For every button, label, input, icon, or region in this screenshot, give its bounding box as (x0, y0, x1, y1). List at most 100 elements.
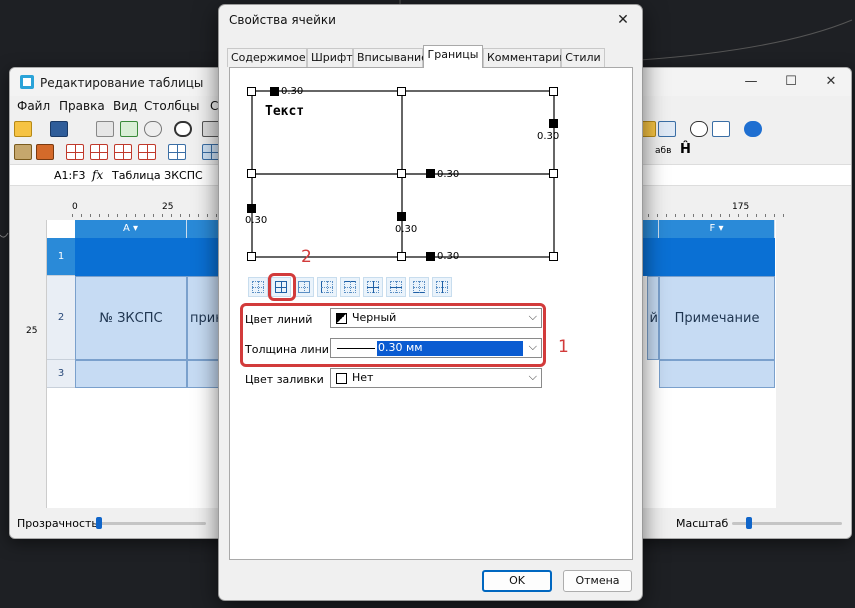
cell-e2[interactable]: й (647, 276, 659, 360)
preview-handle-bm[interactable] (397, 252, 406, 261)
open-folder-icon[interactable] (14, 121, 32, 137)
border-preset-inner-h[interactable] (386, 277, 406, 297)
preview-handle-mr[interactable] (549, 169, 558, 178)
fx-icon: fx (92, 168, 104, 182)
scale-slider-thumb[interactable] (746, 517, 752, 529)
paste-icon[interactable] (120, 121, 138, 137)
label-inner-h-width: 0.30 (437, 169, 460, 180)
menu-view[interactable]: Вид (113, 99, 137, 113)
tab-borders[interactable]: Границы (423, 45, 483, 68)
border-preset-bottom[interactable] (409, 277, 429, 297)
row-header-1[interactable]: 1 (47, 238, 75, 276)
tab-fit[interactable]: Вписывание (353, 48, 428, 67)
tab-styles[interactable]: Стили (561, 48, 605, 67)
border-marker-inner-h[interactable] (426, 169, 435, 178)
tab-comment[interactable]: Комментарий (483, 48, 567, 67)
delete-column-icon[interactable] (138, 144, 156, 160)
border-preset-outer[interactable] (294, 277, 314, 297)
cell-f3[interactable] (659, 360, 775, 388)
insert-column-icon[interactable] (90, 144, 108, 160)
dialog-close-button[interactable]: ✕ (608, 7, 638, 33)
preview-handle-bl[interactable] (247, 252, 256, 261)
menu-file[interactable]: Файл (17, 99, 50, 113)
text-height-button[interactable]: Ĥ (680, 142, 691, 157)
tab-font[interactable]: Шрифт (307, 48, 353, 67)
border-preview[interactable]: Текст 0.30 0.30 0.30 0.30 0.30 0.30 (245, 86, 559, 262)
window-title: Редактирование таблицы (40, 76, 204, 90)
border-preset-top[interactable] (340, 277, 360, 297)
border-preset-inner[interactable] (363, 277, 383, 297)
fill-color-select[interactable]: Нет ⌵ (330, 368, 542, 388)
preview-handle-br[interactable] (549, 252, 558, 261)
dialog-title: Свойства ячейки (229, 13, 336, 27)
cell-a3[interactable] (75, 360, 187, 388)
maximize-button[interactable]: ☐ (771, 68, 811, 96)
column-header-a[interactable]: A ▾ (75, 220, 187, 238)
transparency-slider[interactable] (96, 522, 206, 525)
checkbox-icon[interactable] (712, 121, 730, 137)
copy-icon[interactable] (96, 121, 114, 137)
annotation-box-2 (268, 273, 296, 301)
merge-cells-icon[interactable] (168, 144, 186, 160)
border-marker-inner-v[interactable] (397, 212, 406, 221)
annotation-number-2: 2 (301, 247, 312, 267)
preview-handle-mm[interactable] (397, 169, 406, 178)
link-icon[interactable] (144, 121, 162, 137)
label-inner-v-width: 0.30 (395, 224, 418, 235)
fill-color-label: Цвет заливки (245, 373, 324, 386)
ruler-v-mark-25: 25 (26, 326, 38, 336)
formula-input[interactable]: Таблица ЗКСПС (112, 169, 203, 182)
menu-edit[interactable]: Правка (59, 99, 105, 113)
preview-handle-tl[interactable] (247, 87, 256, 96)
minimize-button[interactable]: — (731, 68, 771, 96)
cancel-button[interactable]: Отмена (563, 570, 632, 592)
label-left-width: 0.30 (245, 215, 268, 226)
delete-row-icon[interactable] (114, 144, 132, 160)
border-marker-top[interactable] (270, 87, 279, 96)
preview-handle-ml[interactable] (247, 169, 256, 178)
checkbox-active-icon[interactable] (658, 121, 676, 137)
column-header-f[interactable]: F ▾ (659, 220, 775, 238)
border-marker-right[interactable] (549, 119, 558, 128)
help-icon[interactable] (744, 121, 762, 137)
cell-a2[interactable]: № ЗКСПС (75, 276, 187, 360)
vertical-ruler: 25 (24, 238, 44, 438)
tab-strip: Содержимое Шрифт Вписывание Границы Комм… (227, 45, 634, 68)
transparency-slider-thumb[interactable] (96, 517, 102, 529)
tab-content[interactable]: Содержимое (227, 48, 307, 67)
refresh-icon[interactable] (690, 121, 708, 137)
text-case-button[interactable]: абв (655, 146, 671, 156)
row-header-3[interactable]: 3 (47, 360, 75, 388)
cell-reference[interactable]: A1:F3 (54, 169, 86, 182)
fill-bucket-icon[interactable] (36, 144, 54, 160)
close-button[interactable]: ✕ (811, 68, 851, 96)
scale-label: Масштаб (676, 517, 729, 530)
cell-f2[interactable]: Примечание (659, 276, 775, 360)
eye-icon[interactable] (174, 121, 192, 137)
ruler-mark-0: 0 (72, 202, 78, 212)
label-right-width: 0.30 (537, 131, 560, 142)
ruler-mark-25: 25 (162, 202, 174, 212)
border-marker-left[interactable] (247, 204, 256, 213)
row-header-2[interactable]: 2 (47, 276, 75, 360)
menu-columns[interactable]: Столбцы (144, 99, 199, 113)
preview-handle-tm[interactable] (397, 87, 406, 96)
chevron-down-icon: ⌵ (528, 370, 537, 383)
border-preset-none[interactable] (248, 277, 268, 297)
brush-icon[interactable] (14, 144, 32, 160)
border-preset-inner-v[interactable] (432, 277, 452, 297)
ok-button[interactable]: OK (482, 570, 552, 592)
ruler-mark-175: 175 (732, 202, 750, 212)
preview-handle-tr[interactable] (549, 87, 558, 96)
app-icon (20, 75, 34, 89)
save-icon[interactable] (50, 121, 68, 137)
cell-properties-dialog: Свойства ячейки ✕ Содержимое Шрифт Вписы… (218, 4, 643, 601)
insert-row-icon[interactable] (66, 144, 84, 160)
label-bottom-width: 0.30 (437, 251, 460, 262)
empty-swatch-icon (336, 373, 347, 384)
label-top-width: 0.30 (281, 86, 304, 97)
border-preset-left[interactable] (317, 277, 337, 297)
transparency-label: Прозрачность (17, 517, 98, 530)
annotation-number-1: 1 (558, 337, 569, 357)
border-marker-bottom[interactable] (426, 252, 435, 261)
